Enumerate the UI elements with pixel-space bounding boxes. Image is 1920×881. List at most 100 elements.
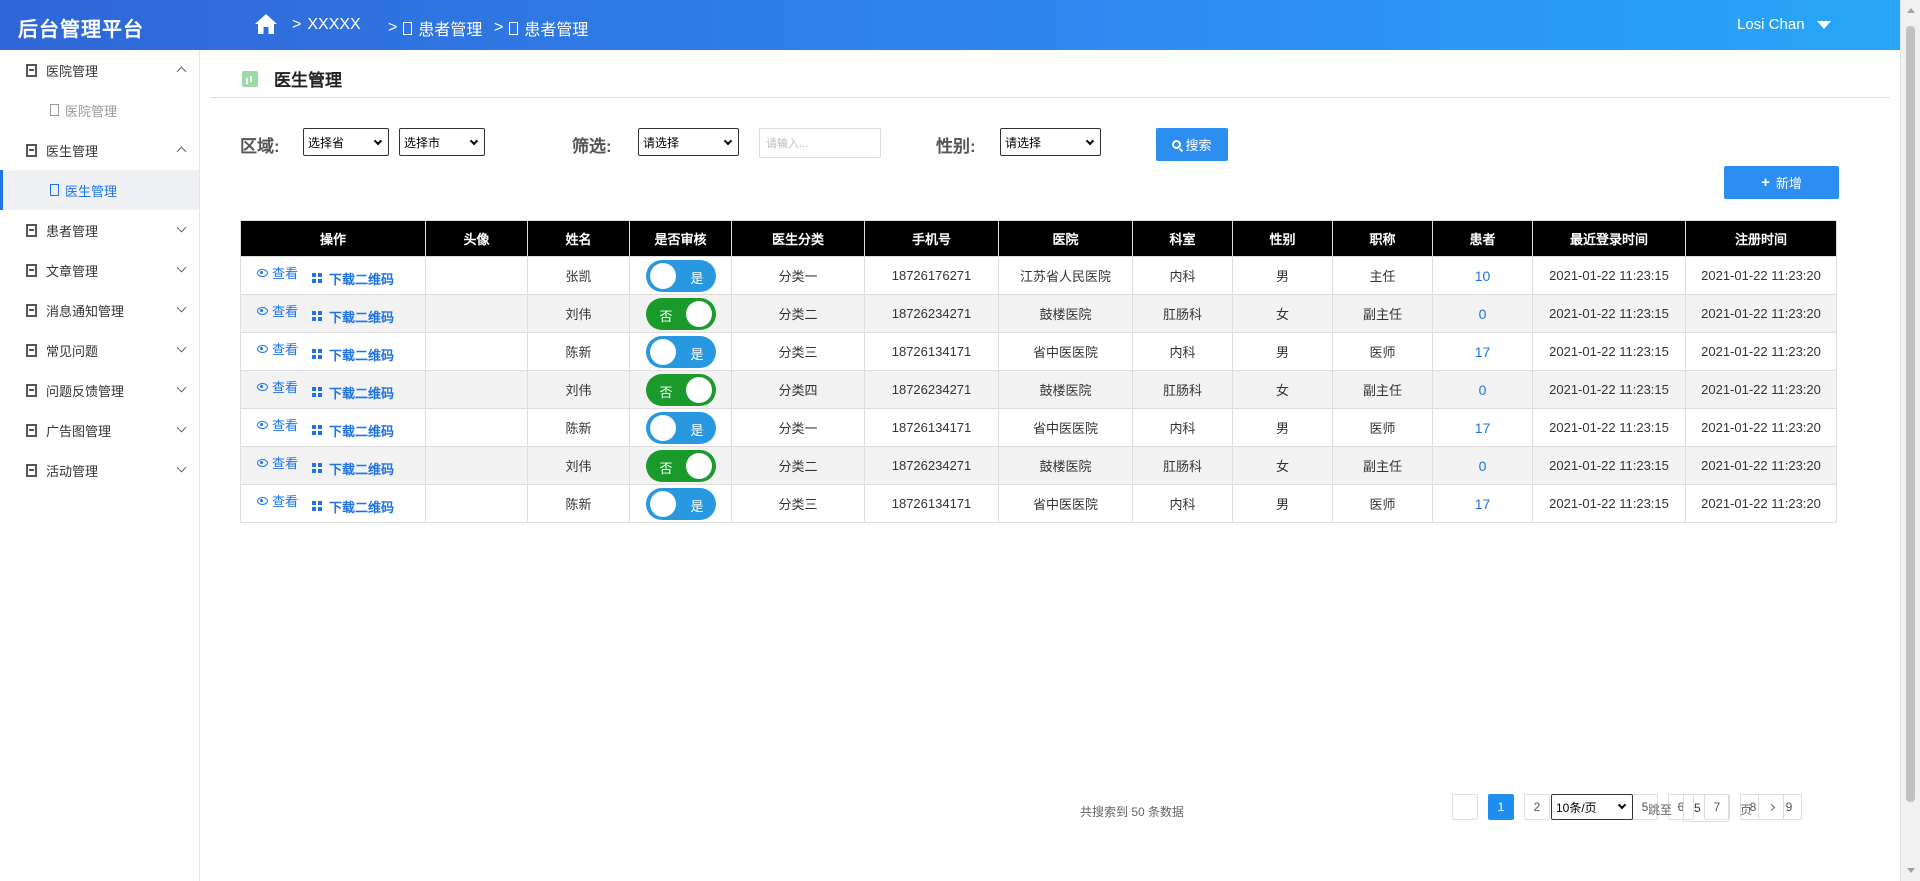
view-link[interactable]: 查看 [257,263,298,282]
document-icon [50,104,59,116]
category-cell: 分类一 [731,256,865,295]
review-toggle[interactable]: 否 [645,297,716,330]
vertical-scrollbar[interactable] [1900,0,1920,881]
hospital-cell: 江苏省人民医院 [998,256,1133,295]
sidebar-item-feedback[interactable]: 问题反馈管理 [0,370,199,410]
building-icon [26,263,37,277]
download-qr-link[interactable]: 下载二维码 [312,383,394,402]
jump-page-input[interactable]: 5 [1683,794,1729,822]
review-toggle[interactable]: 是 [645,335,716,368]
chevron-down-icon [176,462,187,473]
registered-cell: 2021-01-22 11:23:20 [1685,294,1837,333]
download-qr-link[interactable]: 下载二维码 [312,421,394,440]
home-icon[interactable] [254,13,278,35]
sidebar-item-notification[interactable]: 消息通知管理 [0,290,199,330]
hospital-cell: 鼓楼医院 [998,446,1133,485]
patients-link[interactable]: 0 [1479,382,1487,398]
download-qr-link[interactable]: 下载二维码 [312,269,394,288]
avatar-cell [425,370,528,409]
sidebar-item-faq[interactable]: 常见问题 [0,330,199,370]
sidebar-item-hospital[interactable]: 医院管理 [0,50,199,90]
sidebar-item-banner[interactable]: 广告图管理 [0,410,199,450]
review-toggle[interactable]: 否 [645,449,716,482]
chevron-down-icon [1617,800,1627,810]
col-header: 职称 [1332,220,1433,257]
gender-cell: 男 [1232,256,1333,295]
sidebar-item-patient[interactable]: 患者管理 [0,210,199,250]
review-toggle[interactable]: 是 [645,259,716,292]
toggle-knob [649,262,676,289]
sidebar-subitem-doctor[interactable]: 医生管理 [0,170,199,210]
dept-cell: 内科 [1132,484,1233,523]
download-qr-link[interactable]: 下载二维码 [312,345,394,364]
search-button[interactable]: 搜索 [1156,128,1228,161]
patients-link[interactable]: 17 [1475,496,1491,512]
patients-link[interactable]: 10 [1475,268,1491,284]
page-button[interactable]: 1 [1488,794,1514,820]
view-link[interactable]: 查看 [257,377,298,396]
dept-cell: 肛肠科 [1132,370,1233,409]
sidebar-item-article[interactable]: 文章管理 [0,250,199,290]
review-toggle[interactable]: 否 [645,373,716,406]
name-cell: 陈新 [527,408,630,447]
city-select[interactable]: 选择市 [399,128,485,156]
scroll-up-icon[interactable] [1907,8,1915,13]
prev-page-button[interactable] [1452,794,1478,820]
jump-unit: 页 [1740,803,1753,817]
download-qr-link[interactable]: 下载二维码 [312,459,394,478]
add-button[interactable]: + 新增 [1724,166,1839,199]
page-button[interactable]: 2 [1524,794,1550,820]
sidebar-item-activity[interactable]: 活动管理 [0,450,199,490]
view-link[interactable]: 查看 [257,491,298,510]
patients-link[interactable]: 0 [1479,458,1487,474]
last-login-cell: 2021-01-22 11:23:15 [1532,256,1686,295]
chevron-right-icon: > [292,16,302,33]
row-actions: 查看 下载二维码 [240,446,426,485]
review-toggle[interactable]: 是 [645,487,716,520]
breadcrumb-item-3[interactable]: > 患者管理 [494,16,588,40]
chevron-down-icon [1085,136,1095,146]
keyword-input[interactable]: 请输入... [759,128,881,158]
toggle-knob [685,452,712,479]
filter-select[interactable]: 请选择 [638,128,739,156]
patients-cell: 0 [1432,294,1533,333]
breadcrumb-item-1[interactable]: > XXXXX [292,16,361,34]
title-cell: 副主任 [1332,370,1433,409]
gender-select[interactable]: 请选择 [1000,128,1101,156]
scroll-thumb[interactable] [1906,26,1915,802]
province-select[interactable]: 选择省 [303,128,389,156]
page-icon [403,21,413,35]
breadcrumb-item-2[interactable]: > 患者管理 [388,16,482,40]
sidebar-subitem-hospital[interactable]: 医院管理 [0,90,199,130]
patients-cell: 17 [1432,408,1533,447]
view-link[interactable]: 查看 [257,339,298,358]
view-link[interactable]: 查看 [257,415,298,434]
patients-link[interactable]: 17 [1475,344,1491,360]
col-header: 科室 [1132,220,1233,257]
review-toggle[interactable]: 是 [645,411,716,444]
view-link[interactable]: 查看 [257,453,298,472]
qrcode-icon [312,272,323,284]
last-login-cell: 2021-01-22 11:23:15 [1532,294,1686,333]
sidebar: 医院管理 医院管理 医生管理 医生管理 患者管理 文章管理 消息通知管理 常见问… [0,50,200,881]
download-qr-link[interactable]: 下载二维码 [312,307,394,326]
name-cell: 陈新 [527,332,630,371]
dept-cell: 内科 [1132,256,1233,295]
total-count: 共搜索到 50 条数据 [1080,805,1185,819]
table-row: 查看 下载二维码 刘伟否分类二 18726234271 鼓楼医院 肛肠科女副主任 0 2021… [240,446,1837,485]
category-cell: 分类三 [731,484,865,523]
page-size-select[interactable]: 10条/页 [1551,794,1633,820]
view-link[interactable]: 查看 [257,301,298,320]
next-page-button[interactable] [1758,794,1784,820]
download-qr-link[interactable]: 下载二维码 [312,497,394,516]
patients-link[interactable]: 17 [1475,420,1491,436]
chevron-right-icon: > [494,19,504,36]
plus-icon: + [1761,174,1770,191]
phone-cell: 18726234271 [864,294,999,333]
user-menu[interactable]: Losi Chan [1737,16,1831,33]
chevron-down-icon [176,222,187,233]
chevron-down-icon [176,382,187,393]
patients-link[interactable]: 0 [1479,306,1487,322]
scroll-down-icon[interactable] [1907,868,1915,873]
sidebar-item-doctor[interactable]: 医生管理 [0,130,199,170]
